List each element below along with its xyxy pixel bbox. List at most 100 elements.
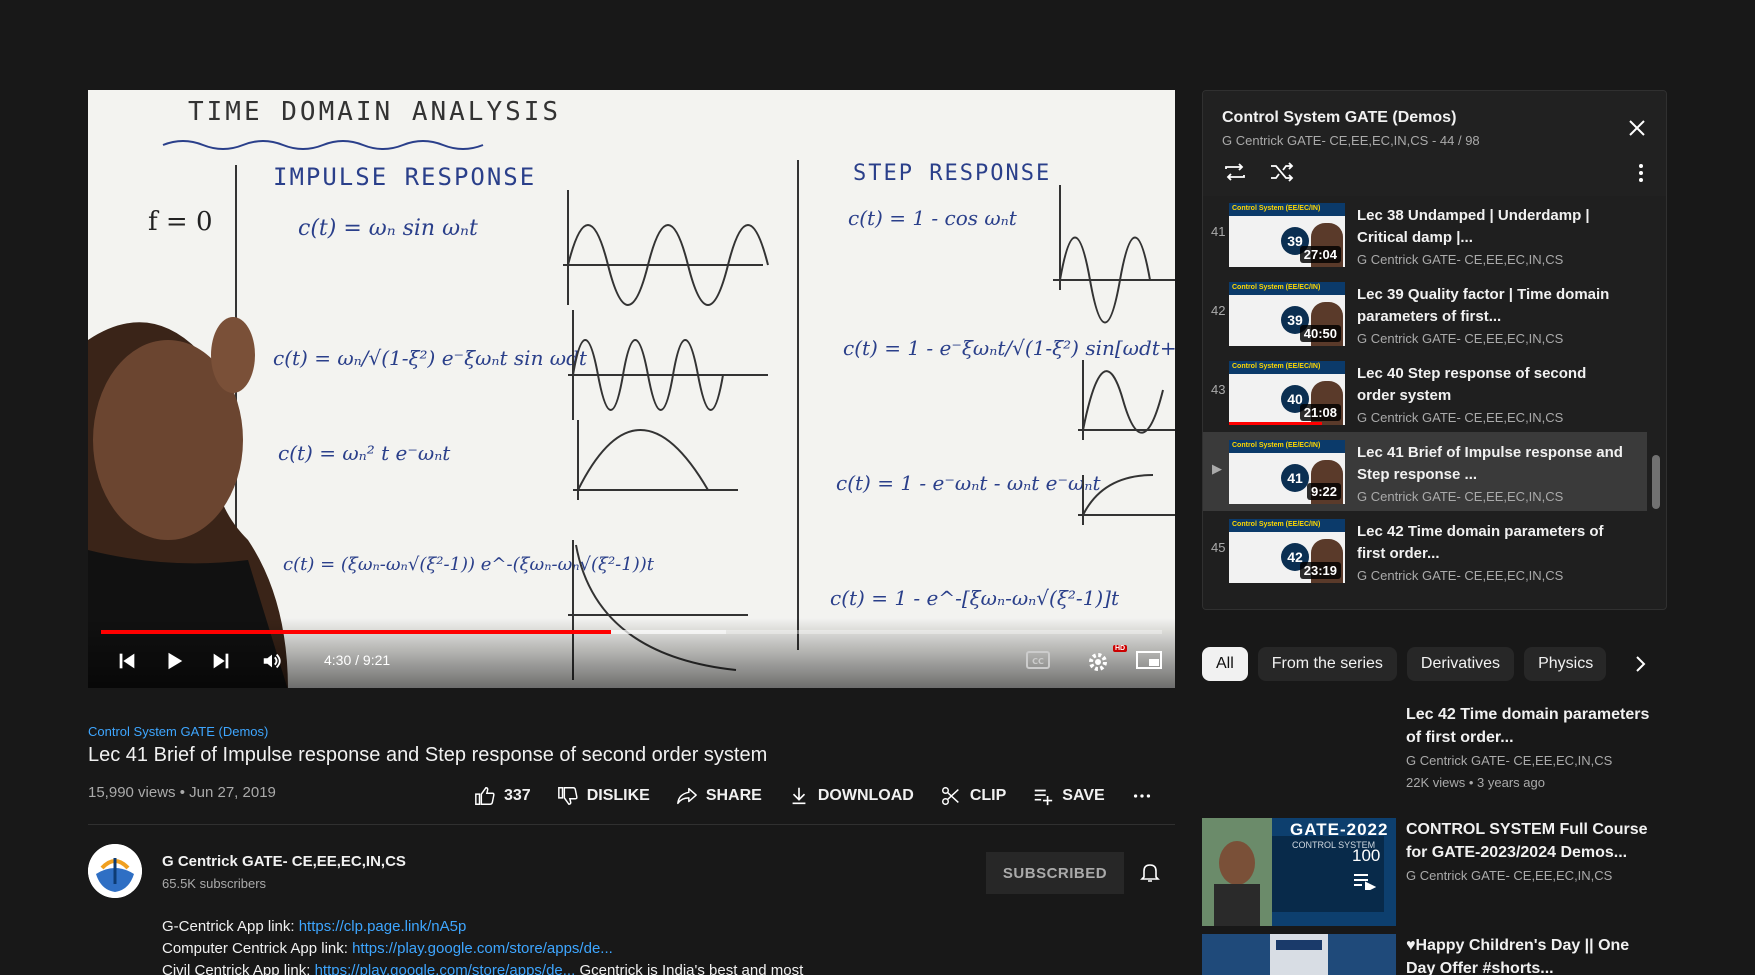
settings-button[interactable] [1086,650,1110,674]
shuffle-button[interactable] [1269,161,1295,188]
playlist-item-thumbnail: Control System (EE/EC/IN) 39 27:04 [1229,203,1345,267]
playlist-items: 41 Control System (EE/EC/IN) 39 27:04 Le… [1203,195,1666,609]
dislike-label: DISLIKE [586,787,650,804]
desc-line3-label: Civil Centrick App link: [162,962,315,975]
skip-next-icon [213,653,229,669]
thumb-header: Control System (EE/EC/IN) [1229,361,1345,374]
chevron-right-icon [1636,656,1646,672]
svg-text:c(t) = 1 - e⁻ωₙt - ωₙt e⁻ωₙt: c(t) = 1 - e⁻ωₙt - ωₙt e⁻ωₙt [836,471,1101,495]
desc-link-1[interactable]: https://clp.page.link/nA5p [299,918,467,935]
channel-name[interactable]: G Centrick GATE- CE,EE,EC,IN,CS [162,853,406,870]
desc-link-2[interactable]: https://play.google.com/store/apps/de... [352,940,613,957]
playlist-item-index: 42 [1211,303,1226,318]
recommendation-item[interactable]: GATE-2022 CONTROL SYSTEM 100 CONTROL SYS… [1202,818,1667,926]
playlist-item[interactable]: 43 Control System (EE/EC/IN) 40 21:08 Le… [1203,353,1647,432]
miniplayer-icon [1136,651,1162,669]
thumb-header: Control System (EE/EC/IN) [1229,519,1345,532]
captions-button[interactable]: CC [1026,650,1050,670]
thumb-header: Control System (EE/EC/IN) [1229,282,1345,295]
time-display: 4:30 / 9:21 [324,652,391,668]
thumb-header: Control System (EE/EC/IN) [1229,203,1345,216]
clip-button[interactable]: CLIP [940,785,1006,807]
recommendation-meta: 22K views • 3 years ago [1406,775,1545,790]
scissors-icon [941,787,959,805]
recommendation-title: ♥Happy Children's Day || One Day Offer #… [1406,937,1630,975]
playlist-item-title: Lec 40 Step response of second order sys… [1357,365,1587,404]
playlist-item-channel: G Centrick GATE- CE,EE,EC,IN,CS [1357,489,1564,504]
duration: 40:50 [1299,325,1341,342]
download-button[interactable]: DOWNLOAD [788,785,914,807]
playlist-more-button[interactable] [1638,163,1644,188]
chips-next-button[interactable] [1628,652,1652,681]
divider [88,824,1175,825]
video-player[interactable]: TIME DOMAIN ANALYSIS f = 0 IMPULSE RESPO… [88,90,1175,688]
thumb-header: Control System (EE/EC/IN) [1229,440,1345,453]
save-button[interactable]: SAVE [1032,785,1105,807]
recommendation-item[interactable]: ♥Happy Children's Day || One Day Offer #… [1202,934,1667,975]
volume-button[interactable] [260,650,284,672]
bell-icon [1140,864,1160,882]
playlist-item[interactable]: 42 Control System (EE/EC/IN) 39 40:50 Le… [1203,274,1647,353]
desc-link-3[interactable]: https://play.google.com/store/apps/de... [315,962,576,975]
action-bar: 337 DISLIKE SHARE DOWNLOAD CLIP SAVE [474,783,1153,809]
channel-avatar[interactable] [88,844,142,898]
chip-physics[interactable]: Physics [1524,647,1607,681]
playlist-item-thumbnail: Control System (EE/EC/IN) 39 40:50 [1229,282,1345,346]
thumbs-up-icon [475,787,495,805]
playlist-item-index: 41 [1211,224,1226,239]
playlist-scrollbar[interactable] [1652,455,1660,509]
chip-from-the-series[interactable]: From the series [1257,647,1397,681]
svg-text:c(t) = ωₙ sin ωₙt: c(t) = ωₙ sin ωₙt [298,216,478,241]
share-button[interactable]: SHARE [676,785,762,807]
like-count: 337 [504,787,531,804]
loop-button[interactable] [1222,161,1248,188]
notification-bell-button[interactable] [1138,860,1162,889]
share-label: SHARE [705,787,762,804]
save-label: SAVE [1062,787,1105,804]
playlist-item-channel: G Centrick GATE- CE,EE,EC,IN,CS [1357,410,1564,425]
previous-button[interactable] [116,650,138,672]
recommendation-item[interactable]: Lec 42 Time domain parameters of first o… [1202,703,1667,803]
watched-bar [1229,422,1322,425]
playlist-item-current[interactable]: ▶ Control System (EE/EC/IN) 41 9:22 Lec … [1203,432,1647,511]
channel-logo-icon [88,844,142,898]
chip-derivatives[interactable]: Derivatives [1406,647,1515,681]
gear-icon [1089,653,1107,671]
description: G-Centrick App link: https://clp.page.li… [162,916,803,975]
board-right-col: STEP RESPONSE [853,161,1051,186]
svg-text:c(t) = ωₙ² t e⁻ωₙt: c(t) = ωₙ² t e⁻ωₙt [278,441,451,465]
recommendation-channel: G Centrick GATE- CE,EE,EC,IN,CS [1406,753,1613,768]
playlist-header: Control System GATE (Demos) G Centrick G… [1203,91,1666,196]
volume-icon [263,653,281,669]
dislike-button[interactable]: DISLIKE [557,785,650,807]
miniplayer-button[interactable] [1136,650,1162,670]
duration: 9:22 [1306,483,1341,500]
board-heading: TIME DOMAIN ANALYSIS [188,97,561,127]
chip-all[interactable]: All [1202,647,1248,681]
subscribed-button[interactable]: SUBSCRIBED [986,852,1124,894]
playlist-item[interactable]: 45 Control System (EE/EC/IN) 42 23:19 Le… [1203,511,1647,590]
playlist-item[interactable]: 41 Control System (EE/EC/IN) 39 27:04 Le… [1203,195,1647,274]
controls-overlay [88,618,1175,688]
progress-bar[interactable] [101,630,1162,634]
played-bar [101,630,612,634]
desc-line3-tail: Gcentrick is India's best and most [575,962,804,975]
video-title: Lec 41 Brief of Impulse response and Ste… [88,744,768,766]
like-button[interactable]: 337 [474,785,531,807]
shuffle-icon [1271,162,1294,182]
closed-captions-icon: CC [1026,651,1050,669]
playlist-item-index: 43 [1211,382,1226,397]
playlist-add-icon [1035,789,1053,806]
more-actions-button[interactable] [1131,785,1153,807]
playlist-title[interactable]: Control System GATE (Demos) [1222,109,1456,127]
playlist-item-thumbnail: Control System (EE/EC/IN) 40 21:08 [1229,361,1345,425]
recommendation-thumbnail [1202,934,1396,975]
more-horizontal-icon [1133,794,1150,798]
share-icon [676,787,697,805]
svg-text:f = 0: f = 0 [148,207,212,237]
close-playlist-button[interactable] [1628,119,1646,142]
play-button[interactable] [163,650,185,672]
next-button[interactable] [210,650,232,672]
playlist-subtitle: G Centrick GATE- CE,EE,EC,IN,CS - 44 / 9… [1222,133,1480,148]
series-link[interactable]: Control System GATE (Demos) [88,724,268,739]
